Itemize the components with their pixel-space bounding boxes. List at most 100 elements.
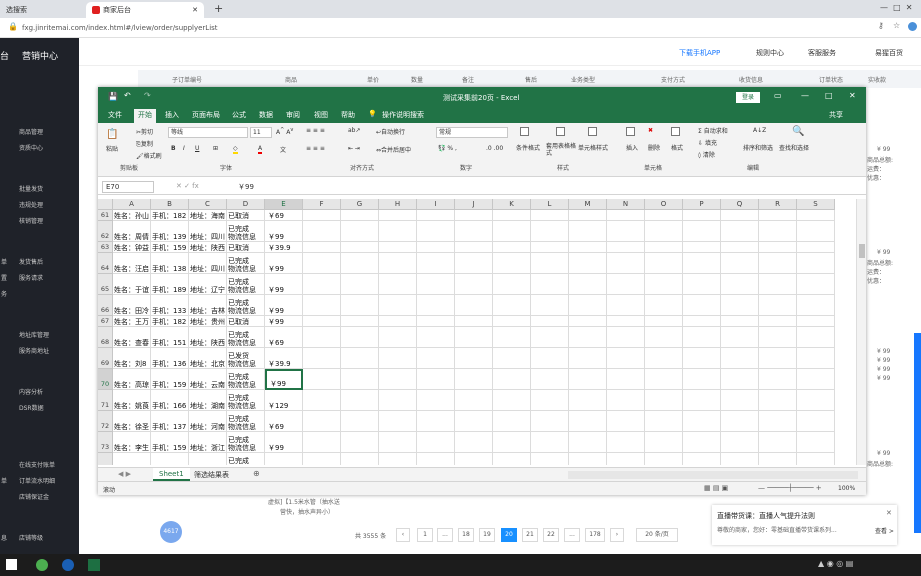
column-header-H[interactable]: H bbox=[379, 199, 417, 210]
cell-G63[interactable] bbox=[341, 242, 379, 253]
sidebar-item-content-analysis[interactable]: 内容分析 bbox=[19, 387, 43, 396]
avatar[interactable]: 4617 bbox=[160, 521, 182, 543]
view-mode-icons[interactable]: ▦ ▤ ▣ bbox=[704, 484, 728, 492]
cell-N68[interactable] bbox=[607, 327, 645, 348]
cell-S61[interactable] bbox=[797, 210, 835, 221]
cell-H62[interactable] bbox=[379, 221, 417, 242]
row-header-70[interactable]: 70 bbox=[98, 369, 113, 390]
close-icon[interactable]: ✕ bbox=[849, 91, 856, 100]
share-button[interactable]: 共享 bbox=[829, 110, 843, 120]
cell-B62[interactable]: 手机：139 bbox=[151, 221, 189, 242]
cut-button[interactable]: ✂剪切 bbox=[136, 127, 153, 136]
cell-P69[interactable] bbox=[683, 348, 721, 369]
cell-H71[interactable] bbox=[379, 390, 417, 411]
cell-I63[interactable] bbox=[417, 242, 455, 253]
cell-Q65[interactable] bbox=[721, 274, 759, 295]
cell-A70[interactable]: 姓名：高琼 bbox=[113, 369, 151, 390]
zoom-slider[interactable]: — ─────┼───── + bbox=[758, 484, 822, 492]
cell-F69[interactable] bbox=[303, 348, 341, 369]
cell-Q67[interactable] bbox=[721, 316, 759, 327]
cell-L71[interactable] bbox=[531, 390, 569, 411]
cell-C63[interactable]: 地址：陕西 bbox=[189, 242, 227, 253]
column-header-D[interactable]: D bbox=[227, 199, 265, 210]
cell-D74[interactable]: 已完成 物流信息 bbox=[227, 453, 265, 465]
menu-data[interactable]: 数据 bbox=[259, 110, 273, 120]
cell-B68[interactable]: 手机：151 bbox=[151, 327, 189, 348]
cell-I71[interactable] bbox=[417, 390, 455, 411]
decimal-icon[interactable]: .0 .00 bbox=[486, 145, 503, 152]
column-header-A[interactable]: A bbox=[113, 199, 151, 210]
row-header-63[interactable]: 63 bbox=[98, 242, 113, 253]
cell-L62[interactable] bbox=[531, 221, 569, 242]
sidebar-item-dsr[interactable]: DSR数据 bbox=[19, 403, 44, 412]
row-header-66[interactable]: 66 bbox=[98, 295, 113, 316]
cell-B67[interactable]: 手机：182 bbox=[151, 316, 189, 327]
cell-R70[interactable] bbox=[759, 369, 797, 390]
star-icon[interactable]: ☆ bbox=[893, 21, 900, 30]
cell-J72[interactable] bbox=[455, 411, 493, 432]
sidebar-item-verify[interactable]: 核销管理 bbox=[19, 216, 43, 225]
cell-F71[interactable] bbox=[303, 390, 341, 411]
cell-O64[interactable] bbox=[645, 253, 683, 274]
conditional-format-icon[interactable] bbox=[520, 127, 531, 136]
cell-R69[interactable] bbox=[759, 348, 797, 369]
horizontal-scrollbar[interactable] bbox=[568, 471, 858, 479]
cell-J64[interactable] bbox=[455, 253, 493, 274]
cell-E62[interactable]: ￥99 bbox=[265, 221, 303, 242]
cell-G74[interactable] bbox=[341, 453, 379, 465]
cell-A67[interactable]: 姓名：王万 bbox=[113, 316, 151, 327]
vertical-scrollbar[interactable] bbox=[856, 199, 866, 465]
cell-K62[interactable] bbox=[493, 221, 531, 242]
cell-P68[interactable] bbox=[683, 327, 721, 348]
wrap-text-button[interactable]: ↩自动换行 bbox=[376, 127, 405, 136]
cell-Q61[interactable] bbox=[721, 210, 759, 221]
cell-I65[interactable] bbox=[417, 274, 455, 295]
italic-icon[interactable]: I bbox=[183, 145, 185, 152]
cell-O61[interactable] bbox=[645, 210, 683, 221]
cell-G72[interactable] bbox=[341, 411, 379, 432]
cell-K74[interactable] bbox=[493, 453, 531, 465]
cell-E63[interactable]: ￥39.9 bbox=[265, 242, 303, 253]
cell-H61[interactable] bbox=[379, 210, 417, 221]
cell-Q73[interactable] bbox=[721, 432, 759, 453]
menu-file[interactable]: 文件 bbox=[108, 110, 122, 120]
cell-D66[interactable]: 已完成 物流信息 bbox=[227, 295, 265, 316]
page-button[interactable]: 18 bbox=[458, 528, 474, 542]
table-format-icon[interactable] bbox=[556, 127, 567, 136]
tray-icons[interactable]: ▲ ◉ ◎ ▤ bbox=[818, 559, 853, 568]
cell-L66[interactable] bbox=[531, 295, 569, 316]
cell-M68[interactable] bbox=[569, 327, 607, 348]
table-format-button[interactable]: 套用表格格式 bbox=[546, 143, 576, 157]
cell-C70[interactable]: 地址：云南 bbox=[189, 369, 227, 390]
grow-font-icon[interactable]: A^ Av bbox=[276, 127, 293, 136]
excel-icon[interactable] bbox=[88, 559, 100, 571]
cell-I72[interactable] bbox=[417, 411, 455, 432]
cell-C69[interactable]: 地址：北京 bbox=[189, 348, 227, 369]
cell-D68[interactable]: 已完成 物流信息 bbox=[227, 327, 265, 348]
cell-D61[interactable]: 已取消 bbox=[227, 210, 265, 221]
cell-S73[interactable] bbox=[797, 432, 835, 453]
cell-J69[interactable] bbox=[455, 348, 493, 369]
cell-Q71[interactable] bbox=[721, 390, 759, 411]
sidebar-item-service-request[interactable]: 服务请求 bbox=[19, 273, 43, 282]
fill-button[interactable]: ⇩ 填充 bbox=[698, 138, 717, 147]
delete-cells-button[interactable]: 删除 bbox=[648, 143, 660, 152]
cell-F72[interactable] bbox=[303, 411, 341, 432]
row-header-71[interactable]: 71 bbox=[98, 390, 113, 411]
cell-I62[interactable] bbox=[417, 221, 455, 242]
browser-icon[interactable] bbox=[62, 559, 74, 571]
cell-L74[interactable] bbox=[531, 453, 569, 465]
cell-O71[interactable] bbox=[645, 390, 683, 411]
cell-P67[interactable] bbox=[683, 316, 721, 327]
row-header-72[interactable]: 72 bbox=[98, 411, 113, 432]
cell-A69[interactable]: 姓名：刘8 bbox=[113, 348, 151, 369]
cell-M70[interactable] bbox=[569, 369, 607, 390]
cell-J71[interactable] bbox=[455, 390, 493, 411]
cell-H72[interactable] bbox=[379, 411, 417, 432]
cell-M71[interactable] bbox=[569, 390, 607, 411]
cell-P70[interactable] bbox=[683, 369, 721, 390]
cell-A74[interactable]: 姓名：窦进 bbox=[113, 453, 151, 465]
cell-J61[interactable] bbox=[455, 210, 493, 221]
cell-L64[interactable] bbox=[531, 253, 569, 274]
profile-icon[interactable] bbox=[908, 22, 917, 31]
